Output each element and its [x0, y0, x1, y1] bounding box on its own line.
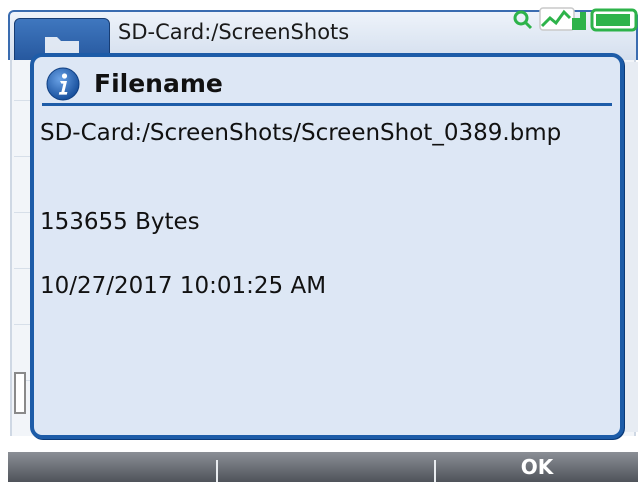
signal-icon	[539, 7, 586, 31]
title-divider	[42, 103, 612, 106]
screen: SD-Card:/ScreenShots Filename SD-Card:/S…	[0, 0, 638, 482]
list-side-column	[622, 62, 638, 432]
status-icons	[513, 7, 638, 32]
softkey-1[interactable]	[8, 452, 216, 482]
file-size-text: 153655 Bytes	[40, 209, 200, 235]
file-date-text: 10/27/2017 10:01:25 AM	[40, 273, 327, 299]
softkey-2[interactable]	[218, 452, 434, 482]
file-path-text: SD-Card:/ScreenShots/ScreenShot_0389.bmp	[40, 120, 562, 146]
softkey-bar: OK	[8, 452, 638, 482]
battery-icon	[590, 8, 638, 32]
ok-button[interactable]: OK	[436, 452, 638, 482]
current-path-title: SD-Card:/ScreenShots	[118, 20, 350, 44]
search-icon	[513, 10, 533, 30]
dialog-title: Filename	[94, 69, 223, 98]
info-icon	[46, 67, 80, 101]
list-item-checkbox[interactable]	[14, 372, 26, 414]
dialog-title-row: Filename	[46, 65, 606, 101]
file-info-dialog: Filename SD-Card:/ScreenShots/ScreenShot…	[30, 53, 624, 439]
